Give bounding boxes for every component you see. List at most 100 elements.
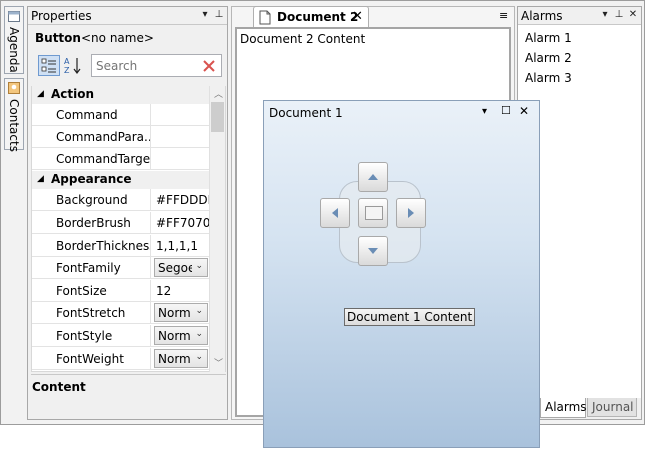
property-value-cell: Norm ⌄ [150,302,209,323]
property-value-cell[interactable]: #FF70707 [150,212,210,233]
property-row[interactable]: CommandPara... [32,126,209,148]
dock-left-button[interactable] [320,198,350,228]
side-tab-contacts[interactable]: Contacts [4,78,24,152]
property-value-cell[interactable]: #FFDDDD [150,189,210,210]
calendar-icon [8,11,20,22]
list-item[interactable]: Alarm 1 [525,31,572,45]
property-value[interactable]: 1,1,1,1 [156,239,210,253]
category-action[interactable]: ◢ Action [32,86,209,104]
floating-window-document-1[interactable]: Document 1 ▾ ☐ ✕ Document 1 Content [263,100,540,448]
property-value[interactable]: 12 [156,284,210,298]
property-value-cell[interactable]: 12 [150,280,209,301]
property-name: FontStretch [56,306,126,320]
categorized-view-button[interactable] [38,55,60,76]
close-icon[interactable]: ✕ [519,104,529,118]
property-value-cell[interactable] [150,126,209,147]
alphabetical-view-button[interactable]: A Z [62,55,84,76]
dock-right-button[interactable] [396,198,426,228]
vertical-scrollbar[interactable]: ︿ ﹀ [209,86,225,372]
collapse-icon[interactable]: ◢ [37,174,44,184]
property-value-cell[interactable] [150,104,209,125]
list-item[interactable]: Alarm 2 [525,51,572,65]
category-appearance[interactable]: ◢ Appearance [32,171,209,189]
scrollbar-thumb[interactable] [211,102,224,132]
tab-alarms[interactable]: Alarms [540,398,587,418]
document-icon [259,10,271,25]
property-value-cell[interactable] [150,148,209,169]
property-row[interactable]: CommandTarget [32,148,209,170]
property-row[interactable]: Command [32,104,209,126]
button-label: Document 1 Content [347,310,473,324]
collapse-icon[interactable]: ◢ [37,89,44,99]
scroll-down-icon[interactable]: ﹀ [214,356,223,369]
tab-document-2[interactable]: Document 2 ✕ [253,6,369,28]
sort-az-icon: A Z [64,57,81,75]
dropdown-icon[interactable]: ▾ [198,8,212,22]
maximize-icon[interactable]: ☐ [501,104,511,117]
property-combo[interactable]: Norm ⌄ [154,303,208,322]
combo-value: Norm [158,306,191,320]
clear-search-icon[interactable] [202,59,216,73]
property-name: FontWeight [56,352,124,366]
property-row[interactable]: FontWeight Norm ⌄ [32,348,209,370]
category-label: Appearance [51,172,132,186]
dock-center-button[interactable] [358,198,388,228]
search-input[interactable] [94,57,198,75]
property-value[interactable]: #FF70707 [156,216,210,230]
property-row[interactable]: BorderBrush #FF70707 [32,212,210,234]
svg-text:Z: Z [64,66,70,75]
property-combo[interactable]: Norm ⌄ [154,326,208,345]
property-name: BorderBrush [56,216,131,230]
property-name: FontSize [56,284,107,298]
property-combo[interactable]: Segoe ⌄ [154,258,208,277]
arrow-left-icon [332,208,338,218]
chevron-down-icon: ⌄ [195,329,203,339]
property-combo[interactable]: Norm ⌄ [154,349,208,368]
list-item[interactable]: Alarm 3 [525,71,572,85]
property-row[interactable]: FontFamily Segoe ⌄ [32,257,209,279]
property-value-cell: Segoe ⌄ [150,257,209,278]
arrow-right-icon [408,208,414,218]
property-row[interactable]: FontSize 12 [32,280,209,302]
property-value[interactable]: #FFDDDD [156,193,210,207]
property-row[interactable]: BorderThickness 1,1,1,1 [32,235,209,257]
document-list-icon[interactable]: ≡ [499,9,508,22]
svg-text:A: A [64,57,70,66]
docking-guide [320,162,426,268]
property-name: FontStyle [56,329,113,343]
dropdown-icon[interactable]: ▾ [598,8,612,22]
combo-value: Norm [158,352,191,366]
document-1-content-button[interactable]: Document 1 Content [344,308,476,326]
close-icon[interactable]: ✕ [352,9,363,24]
dock-bottom-button[interactable] [358,236,388,266]
property-name: CommandPara... [56,130,150,144]
search-box[interactable] [91,54,222,77]
panel-title: Alarms [521,9,563,23]
property-name: BorderThickness [56,239,150,253]
pin-icon[interactable]: ⊥ [212,8,226,22]
alarms-header: Alarms ▾ ⊥ ✕ [518,7,641,25]
property-name: Command [56,108,118,122]
tab-journal[interactable]: Journal [587,398,637,417]
floating-window-titlebar[interactable]: Document 1 ▾ ☐ ✕ [264,101,539,123]
tab-label: Alarms [545,400,587,414]
selected-object-type: Button [35,31,81,45]
side-tab-label: Agenda [7,27,21,73]
side-tab-agenda[interactable]: Agenda [4,6,24,74]
category-label: Action [51,87,95,101]
pin-icon[interactable]: ⊥ [612,8,626,22]
scroll-up-icon[interactable]: ︿ [214,87,223,100]
arrow-up-icon [368,174,378,180]
property-row[interactable]: FontStyle Norm ⌄ [32,325,209,347]
tab-label: Document 2 [277,10,359,24]
selected-object-name: <no name> [81,31,154,45]
splitter[interactable] [31,374,226,375]
property-value-cell[interactable]: 1,1,1,1 [150,235,209,256]
property-row[interactable]: FontStretch Norm ⌄ [32,302,209,324]
property-row[interactable]: Background #FFDDDD [32,189,210,211]
close-icon[interactable]: ✕ [626,8,640,22]
contacts-icon [8,82,20,94]
document-content-text: Document 2 Content [240,32,366,46]
dock-top-button[interactable] [358,162,388,192]
dropdown-icon[interactable]: ▾ [482,106,487,117]
